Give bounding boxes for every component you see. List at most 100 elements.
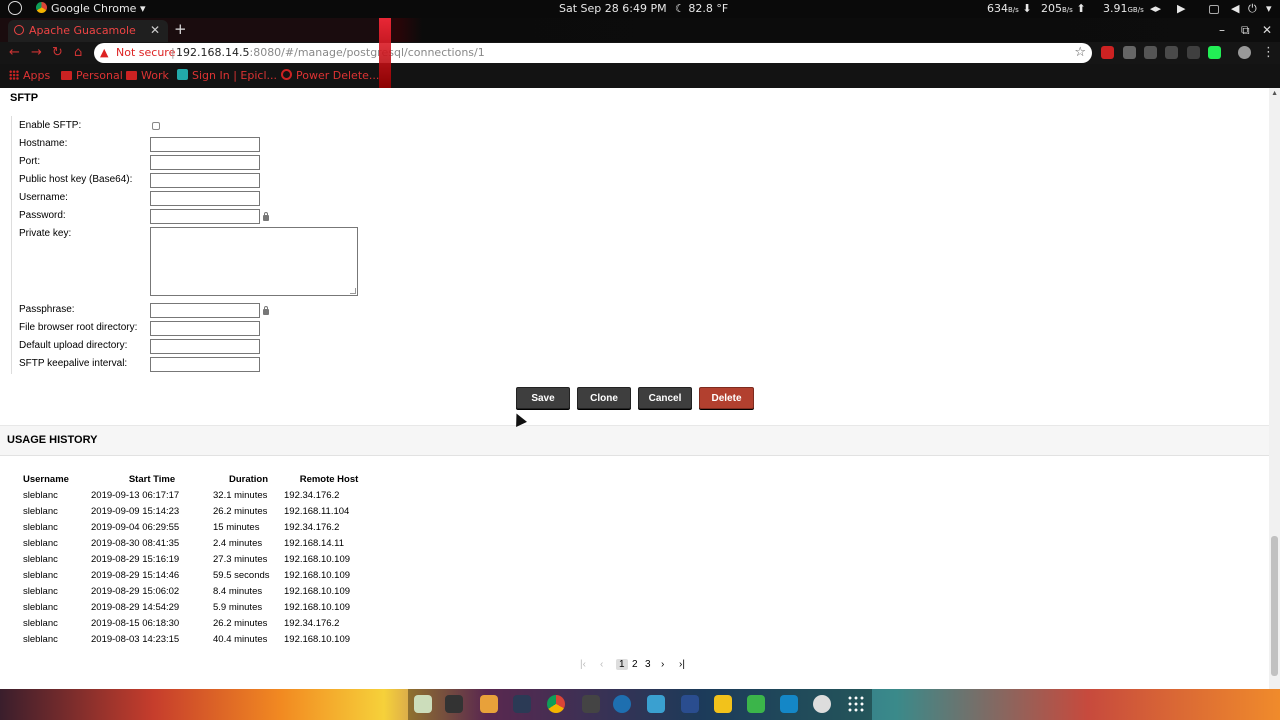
app-menu[interactable]: Google Chrome ▾ bbox=[36, 2, 145, 15]
scrollbar[interactable]: ▲ bbox=[1269, 88, 1280, 689]
bookmark-power-delete[interactable]: Power Delete... bbox=[281, 69, 379, 82]
upload-dir-field[interactable] bbox=[150, 339, 260, 354]
vscode-icon[interactable] bbox=[513, 695, 531, 713]
volume-icon[interactable]: ◂▸ bbox=[1150, 2, 1161, 15]
tab-guacamole[interactable]: Apache Guacamole ✕ bbox=[8, 20, 168, 42]
monitor-icon[interactable] bbox=[582, 695, 600, 713]
shield-extension-icon[interactable] bbox=[1187, 46, 1200, 59]
app-grid-icon[interactable] bbox=[847, 695, 865, 713]
scroll-up-icon[interactable]: ▲ bbox=[1271, 90, 1278, 97]
cell-start-time: 2019-08-29 15:06:02 bbox=[91, 585, 180, 597]
screen-icon[interactable] bbox=[1209, 4, 1219, 17]
terminal-icon[interactable] bbox=[445, 695, 463, 713]
bookmark-star-icon[interactable]: ☆ bbox=[1074, 45, 1086, 60]
private-key-textarea[interactable] bbox=[150, 227, 358, 296]
home-icon[interactable]: ⌂ bbox=[74, 45, 82, 60]
col-username[interactable]: Username bbox=[23, 471, 91, 487]
app-icon[interactable] bbox=[780, 695, 798, 713]
table-row: sleblanc 2019-08-03 14:23:15 40.4 minutes 1… bbox=[23, 631, 374, 647]
bookmark-apps[interactable]: Apps bbox=[9, 69, 50, 82]
activities-icon[interactable] bbox=[8, 1, 22, 15]
close-tab-icon[interactable]: ✕ bbox=[150, 23, 160, 37]
shield-icon[interactable] bbox=[681, 695, 699, 713]
last-page-icon[interactable]: ›| bbox=[679, 659, 685, 670]
network-icon[interactable] bbox=[647, 695, 665, 713]
speaker-icon[interactable]: ◀ bbox=[1231, 2, 1239, 15]
cell-username: sleblanc bbox=[23, 537, 58, 549]
cell-username: sleblanc bbox=[23, 585, 58, 597]
url-text[interactable]: 192.168.14.5:8080/#/manage/postgresql/co… bbox=[176, 46, 485, 59]
reload-icon[interactable]: ↻ bbox=[52, 45, 63, 60]
host-key-field[interactable] bbox=[150, 173, 260, 188]
chrome-icon[interactable] bbox=[547, 695, 565, 713]
label-host-key: Public host key (Base64): bbox=[19, 174, 133, 185]
power-icon[interactable]: ⏻ bbox=[1248, 2, 1257, 16]
menu-dots-icon[interactable]: ⋮ bbox=[1262, 45, 1275, 60]
cancel-button[interactable]: Cancel bbox=[638, 387, 692, 409]
next-page-icon[interactable]: › bbox=[661, 659, 664, 670]
downloads-icon[interactable] bbox=[480, 695, 498, 713]
usage-history-title: USAGE HISTORY bbox=[7, 434, 98, 446]
usage-history-header: USAGE HISTORY bbox=[0, 425, 1269, 456]
folder-icon[interactable] bbox=[747, 695, 765, 713]
extension-icon[interactable] bbox=[1144, 46, 1157, 59]
notes-icon[interactable] bbox=[714, 695, 732, 713]
files-icon[interactable] bbox=[414, 695, 432, 713]
minimize-icon[interactable]: – bbox=[1219, 23, 1225, 37]
cell-remote-host: 192.168.10.109 bbox=[284, 585, 351, 597]
page-2[interactable]: 2 bbox=[632, 659, 638, 670]
weather[interactable]: ☾ 82.8 °F bbox=[675, 2, 728, 15]
extension-icon[interactable] bbox=[1123, 46, 1136, 59]
root-dir-field[interactable] bbox=[150, 321, 260, 336]
chevron-down-icon[interactable]: ▾ bbox=[1266, 2, 1272, 15]
extension-icon[interactable] bbox=[1165, 46, 1178, 59]
page-3[interactable]: 3 bbox=[645, 659, 651, 670]
col-start-time[interactable]: Start Time bbox=[91, 471, 213, 487]
username-field[interactable] bbox=[150, 191, 260, 206]
cell-start-time: 2019-09-09 15:14:23 bbox=[91, 505, 180, 517]
save-button[interactable]: Save bbox=[516, 387, 570, 409]
password-field[interactable] bbox=[150, 209, 260, 224]
col-duration[interactable]: Duration bbox=[213, 471, 284, 487]
bookmark-epic-signin[interactable]: Sign In | Epicl... bbox=[177, 69, 277, 82]
obs-icon[interactable] bbox=[813, 695, 831, 713]
passphrase-field[interactable] bbox=[150, 303, 260, 318]
keepalive-field[interactable] bbox=[150, 357, 260, 372]
ublock-extension-icon[interactable] bbox=[1101, 46, 1114, 59]
hostname-field[interactable] bbox=[150, 137, 260, 152]
bookmark-personal[interactable]: Personal bbox=[61, 69, 123, 82]
new-tab-icon[interactable]: + bbox=[174, 20, 187, 38]
lock-icon[interactable] bbox=[263, 212, 269, 221]
bookmark-work[interactable]: Work bbox=[126, 69, 169, 82]
clock[interactable]: Sat Sep 28 6:49 PM bbox=[559, 2, 667, 15]
back-icon[interactable]: ← bbox=[9, 45, 20, 60]
clone-button[interactable]: Clone bbox=[577, 387, 631, 409]
label-enable-sftp: Enable SFTP: bbox=[19, 120, 82, 131]
extension-icon[interactable] bbox=[1208, 46, 1221, 59]
remote-desktop-icon[interactable] bbox=[613, 695, 631, 713]
delete-button[interactable]: Delete bbox=[699, 387, 754, 409]
port-field[interactable] bbox=[150, 155, 260, 170]
scrollbar-thumb[interactable] bbox=[1271, 536, 1278, 676]
close-window-icon[interactable]: ✕ bbox=[1262, 23, 1272, 37]
cell-start-time: 2019-09-13 06:17:17 bbox=[91, 489, 180, 501]
page-1[interactable]: 1 bbox=[616, 659, 628, 670]
address-bar[interactable]: ▲ Not secure | 192.168.14.5:8080/#/manag… bbox=[94, 43, 1092, 63]
profile-avatar[interactable] bbox=[1238, 46, 1251, 59]
lock-icon[interactable] bbox=[263, 306, 269, 315]
table-row: sleblanc 2019-08-15 06:18:30 26.2 minutes 1… bbox=[23, 615, 374, 631]
net-up: 205B/s ⬆ bbox=[1041, 2, 1086, 15]
forward-icon[interactable]: → bbox=[31, 45, 42, 60]
col-remote-host[interactable]: Remote Host bbox=[284, 471, 374, 487]
url-host: 192.168.14.5 bbox=[176, 46, 250, 59]
security-label[interactable]: Not secure bbox=[116, 46, 175, 59]
previous-page-icon[interactable]: ‹ bbox=[600, 659, 603, 670]
label-hostname: Hostname: bbox=[19, 138, 68, 149]
arrow-up-icon: ⬆ bbox=[1076, 2, 1086, 15]
tab-title: Apache Guacamole bbox=[29, 24, 136, 37]
media-icon[interactable]: ▶ bbox=[1177, 2, 1185, 15]
bookmark-label: Personal bbox=[76, 69, 123, 82]
maximize-icon[interactable]: ⧉ bbox=[1241, 23, 1250, 38]
first-page-icon[interactable]: |‹ bbox=[580, 659, 586, 670]
enable-sftp-checkbox[interactable] bbox=[152, 122, 160, 130]
